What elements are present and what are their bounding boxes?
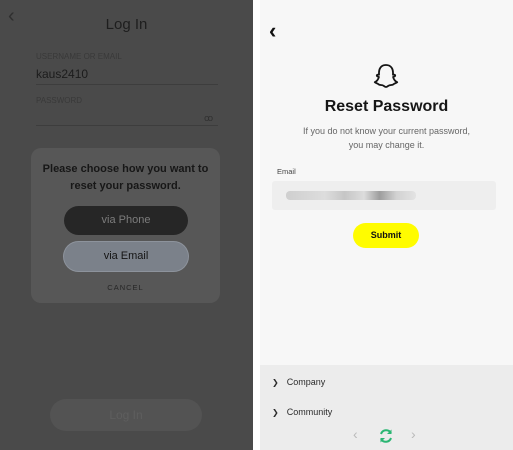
footer: ❯ Company ❯ Community ‹ › — [260, 365, 513, 450]
submit-button[interactable]: Submit — [353, 223, 419, 248]
cancel-button[interactable]: CANCEL — [31, 283, 220, 292]
browser-forward-icon[interactable]: › — [411, 426, 416, 442]
back-chevron-icon[interactable]: ‹ — [269, 20, 276, 42]
chevron-right-icon: ❯ — [272, 378, 279, 387]
chevron-right-icon: ❯ — [272, 408, 279, 417]
page-title: Log In — [105, 16, 148, 33]
browser-back-icon[interactable]: ‹ — [353, 426, 358, 442]
refresh-icon[interactable] — [377, 427, 395, 445]
username-underline — [36, 84, 218, 85]
page-description: If you do not know your current password… — [260, 124, 513, 152]
footer-item-label: Company — [286, 377, 326, 387]
reset-method-prompt: Please choose how you want to reset your… — [42, 163, 209, 192]
eye-icon[interactable]: ꝏ — [204, 113, 213, 124]
email-label: Email — [277, 167, 296, 176]
email-field[interactable] — [272, 181, 496, 210]
description-line: If you do not know your current password… — [302, 126, 471, 136]
via-email-button[interactable]: via Email — [64, 242, 188, 271]
reset-password-screen: ‹ Reset Password If you do not know your… — [260, 0, 513, 450]
footer-item-label: Community — [286, 407, 333, 417]
ghost-icon — [373, 64, 399, 88]
redacted-email — [286, 191, 416, 200]
login-screen: ‹ Log In USERNAME OR EMAIL kaus2410 PASS… — [0, 0, 253, 450]
username-field[interactable]: kaus2410 — [36, 67, 88, 81]
login-button[interactable]: Log In — [50, 399, 202, 431]
browser-toolbar: ‹ › — [260, 426, 513, 446]
page-title: Reset Password — [324, 98, 449, 115]
password-label: PASSWORD — [36, 96, 83, 105]
reset-method-dialog: Please choose how you want to reset your… — [31, 148, 220, 303]
divider — [253, 0, 260, 450]
footer-item-company[interactable]: ❯ Company — [272, 377, 325, 387]
via-phone-button[interactable]: via Phone — [64, 206, 188, 235]
footer-item-community[interactable]: ❯ Community — [272, 407, 332, 417]
description-line: you may change it. — [348, 140, 425, 150]
username-label: USERNAME OR EMAIL — [36, 52, 122, 61]
password-underline[interactable] — [36, 125, 218, 126]
